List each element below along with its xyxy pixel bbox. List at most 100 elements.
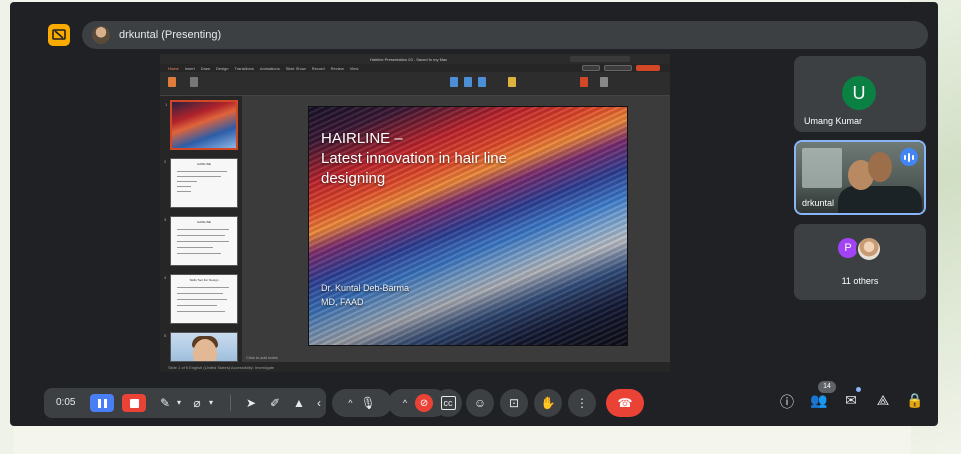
participant-tile-drkuntal[interactable]: drkuntal xyxy=(794,140,926,215)
thumbnail-line xyxy=(177,171,227,172)
thumbnail-line xyxy=(177,287,229,288)
slide-title: HAIRLINE – Latest innovation in hair lin… xyxy=(321,130,507,187)
thumbnail-line xyxy=(177,241,229,242)
camera-off-icon: ⊘ xyxy=(415,394,434,412)
present-button[interactable]: ⊡ xyxy=(500,389,528,417)
dictate-icon xyxy=(580,77,588,87)
thumbnail-line xyxy=(177,311,225,312)
paste-icon xyxy=(168,77,176,87)
design-ideas-icon xyxy=(508,77,516,87)
record-button xyxy=(604,65,632,71)
shapes-icon xyxy=(450,77,458,87)
thumbnail-4: 4 Skills Tool For Design xyxy=(164,274,238,324)
chat-icon[interactable]: ✉ xyxy=(840,392,862,409)
present-button xyxy=(582,65,600,71)
window-title: Hairline Presentation 03 - Saved to my M… xyxy=(370,56,448,62)
notes-hint: Click to add notes xyxy=(246,355,278,360)
arrange-icon xyxy=(464,77,472,87)
thumbnail-line xyxy=(177,229,229,230)
presenter-label: drkuntal (Presenting) xyxy=(119,29,222,41)
stop-icon[interactable] xyxy=(122,394,146,412)
thumbnail-number: 2 xyxy=(164,159,167,164)
meeting-info-icon[interactable]: ⓘ xyxy=(776,392,798,412)
chevron-down-icon[interactable]: ▾ xyxy=(170,396,188,410)
ribbon-tab-design: Design xyxy=(216,65,229,71)
designer-icon xyxy=(600,77,608,87)
chevron-down-icon[interactable]: ▾ xyxy=(202,396,220,410)
thumbnail-number: 1 xyxy=(165,102,168,107)
chevron-up-icon: ^ xyxy=(402,398,408,408)
ribbon-tab-draw: Draw xyxy=(200,65,211,71)
avatar-photo xyxy=(856,236,882,262)
quick-styles-icon xyxy=(478,77,486,87)
participant-name: drkuntal xyxy=(802,198,835,208)
slide-thumbnails: 1 2 HAIRLINE 3 HAIRLINE 4 Skills Tool Fo… xyxy=(160,96,242,362)
thumbnail-line xyxy=(177,186,191,187)
ribbon-tab-insert: Insert xyxy=(184,65,195,71)
thumbnail-2: 2 HAIRLINE xyxy=(164,158,238,208)
emoji-button[interactable]: ☺ xyxy=(466,389,494,417)
more-options-button[interactable]: ⋮ xyxy=(568,389,596,417)
thumbnail-3: 3 HAIRLINE xyxy=(164,216,238,266)
ribbon-tab-animations: Animations xyxy=(259,65,280,71)
bottom-bar: 0:05 ✎ ▾ ⌀ ▾ ➤ ✐ ▲ ‹ ^ 🎙 ^ ⊘ cc ☺ ⊡ ✋ ⋮ … xyxy=(10,381,938,426)
slide-editor: HAIRLINE – Latest innovation in hair lin… xyxy=(242,96,670,362)
host-controls-icon[interactable]: 🔒 xyxy=(904,392,926,409)
raise-hand-icon: ✋ xyxy=(540,396,556,410)
thumbnail-line xyxy=(177,176,221,177)
captions-button[interactable]: cc xyxy=(434,389,462,417)
others-count-label: 11 others xyxy=(841,276,879,286)
end-call-button[interactable]: ☎ xyxy=(606,389,644,417)
thumbnail-line xyxy=(177,253,221,254)
status-text: Slide 1 of 6 English (United States) Acc… xyxy=(168,364,275,370)
people-icon[interactable]: 👥 xyxy=(808,392,830,409)
thumbnail-line xyxy=(177,181,197,182)
raise-hand-button[interactable]: ✋ xyxy=(534,389,562,417)
thumbnail-line xyxy=(177,247,213,248)
thumbnail-line xyxy=(177,299,227,300)
thumbnail-line xyxy=(177,191,191,192)
chevron-up-icon: ^ xyxy=(348,398,353,408)
participant-tile-others[interactable]: P 11 others xyxy=(794,224,926,300)
draw-pen-icon[interactable]: ✐ xyxy=(266,396,284,410)
end-call-icon: ☎ xyxy=(617,396,633,410)
ribbon-tab-view: View xyxy=(349,65,359,71)
app-titlebar: Hairline Presentation 03 - Saved to my M… xyxy=(160,54,670,64)
avatar: U xyxy=(842,76,876,110)
thumbnail-photo xyxy=(171,333,237,361)
thumbnail-number: 3 xyxy=(164,217,167,222)
presenter-banner[interactable]: drkuntal (Presenting) xyxy=(82,21,928,49)
pause-icon[interactable] xyxy=(90,394,114,412)
thumbnail-art xyxy=(172,102,236,148)
thumbnail-number: 4 xyxy=(164,275,167,280)
closed-captions-icon: cc xyxy=(440,396,456,410)
thumbnail-line xyxy=(177,293,223,294)
activities-icon[interactable]: ⟁ xyxy=(872,392,894,409)
collapse-icon[interactable]: ‹ xyxy=(310,396,328,410)
thumbnail-title: Skills Tool For Design xyxy=(189,278,219,282)
thumbnail-line xyxy=(177,235,225,236)
shared-screen: Hairline Presentation 03 - Saved to my M… xyxy=(160,54,670,372)
present-icon: ⊡ xyxy=(508,396,520,410)
share-button xyxy=(636,65,660,71)
current-slide: HAIRLINE – Latest innovation in hair lin… xyxy=(308,106,628,346)
ribbon-tab-review: Review xyxy=(330,65,344,71)
emoji-icon: ☺ xyxy=(473,396,487,410)
thumbnail-title: HAIRLINE xyxy=(197,220,211,224)
new-slide-icon xyxy=(190,77,198,87)
thumbnail-title: HAIRLINE xyxy=(197,162,211,166)
ribbon-tab-record: Record xyxy=(311,65,325,71)
participant-name: Umang Kumar xyxy=(804,116,863,126)
top-bar: drkuntal (Presenting) xyxy=(10,2,938,54)
participant-tile-umang[interactable]: U Umang Kumar xyxy=(794,56,926,132)
ribbon-tab-home: Home xyxy=(168,65,179,71)
divider xyxy=(230,395,231,411)
pointer-icon[interactable]: ➤ xyxy=(242,396,260,410)
thumbnail-1: 1 xyxy=(165,100,238,150)
mic-button[interactable]: ^ 🎙 xyxy=(332,389,392,417)
presenter-avatar xyxy=(92,26,110,44)
eraser-icon[interactable]: ▲ xyxy=(290,396,308,410)
ribbon-tab-slide-show: Slide Show xyxy=(285,65,306,71)
more-options-icon: ⋮ xyxy=(576,396,588,410)
present-to-all-icon[interactable] xyxy=(48,24,70,46)
